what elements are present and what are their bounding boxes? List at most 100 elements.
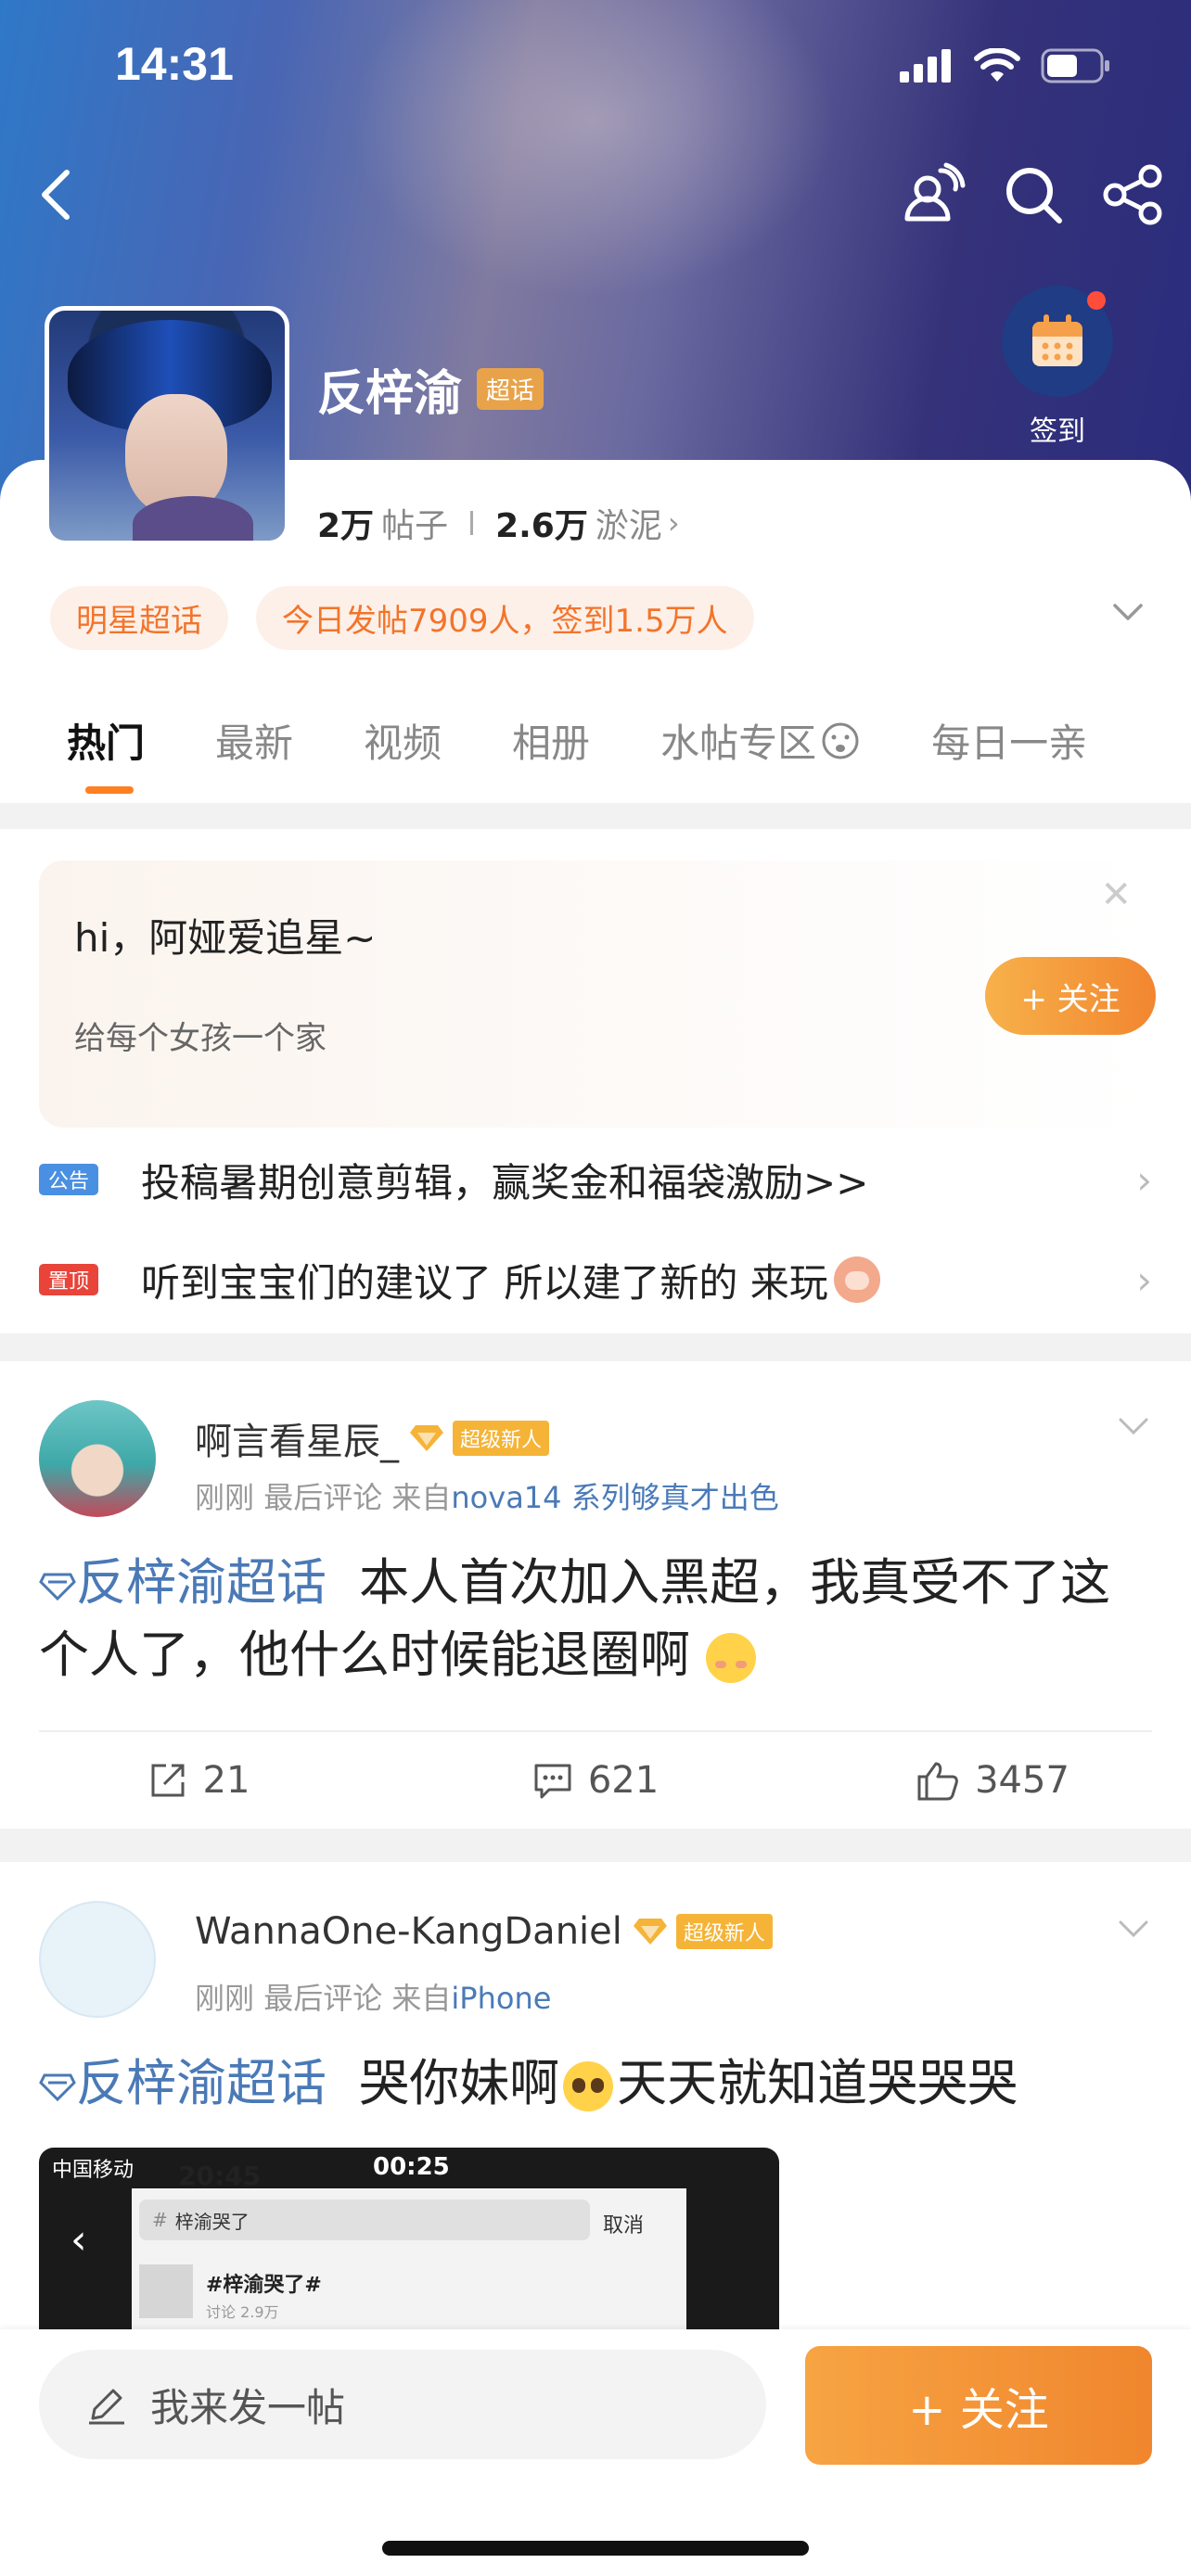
- tab-label: 热门: [67, 721, 146, 766]
- super-newbie-badge: 超级新人: [410, 1421, 550, 1456]
- author-name: 啊言看星辰_: [195, 1421, 399, 1463]
- notice-text: 听到宝宝们的建议了 所以建了新的 来玩: [141, 1259, 828, 1306]
- image-cancel: 取消: [603, 2214, 645, 2238]
- image-content: # 梓渝哭了 取消 #梓渝哭了# 讨论 2.9万: [132, 2188, 686, 2329]
- topic-link-text: 反梓渝超话: [76, 1553, 327, 1612]
- expand-button[interactable]: [1109, 593, 1146, 631]
- stats-divider: [470, 511, 474, 535]
- tab-latest[interactable]: 最新: [215, 712, 293, 769]
- announcement-tag: 公告: [39, 1164, 98, 1195]
- banner-greeting: hi，阿娅爱追星~: [74, 915, 377, 961]
- checkin-button[interactable]: 签到: [1002, 286, 1113, 449]
- monkey-emoji-icon: [833, 1256, 880, 1303]
- posts-label: 帖子: [381, 507, 449, 545]
- thumbs-up-icon: [917, 1762, 958, 1801]
- chevron-down-icon: [1119, 1920, 1148, 1938]
- tab-label: 水帖专区: [660, 721, 817, 766]
- cellular-signal-icon: [900, 49, 951, 83]
- repost-icon: [151, 1764, 185, 1797]
- image-carrier: 中国移动: [52, 2159, 134, 2182]
- post-image[interactable]: 中国移动 20:45 00:25 ‹ # 梓渝哭了 取消 #梓渝哭了# 讨论 2.…: [39, 2148, 779, 2329]
- tab-hot[interactable]: 热门: [67, 712, 146, 794]
- chevron-left-icon: [42, 170, 70, 220]
- topic-link[interactable]: 反梓渝超话: [39, 2054, 342, 2112]
- supertopic-diamond-icon: [39, 2073, 76, 2102]
- notification-dot: [1087, 291, 1106, 310]
- topic-avatar[interactable]: [45, 306, 289, 545]
- post-more-button[interactable]: [1115, 1408, 1152, 1445]
- image-time-a: 20:45: [178, 2161, 262, 2191]
- navigation-bar: [0, 148, 1191, 241]
- post-body[interactable]: 反梓渝超话 哭你妹啊 天天就知道哭哭哭: [39, 2047, 1152, 2120]
- tab-video[interactable]: 视频: [364, 712, 442, 769]
- comment-icon: [534, 1764, 571, 1799]
- tab-label: 视频: [364, 721, 442, 766]
- post-author[interactable]: WannaOne-KangDaniel 超级新人: [195, 1910, 773, 1953]
- category-pill[interactable]: 明星超话: [50, 586, 228, 650]
- comment-button[interactable]: 621: [397, 1732, 794, 1829]
- post-body[interactable]: 反梓渝超话 本人首次加入黑超，我真受不了这个人了，他什么时候能退圈啊: [39, 1547, 1152, 1691]
- chevron-right-icon: ›: [667, 505, 680, 541]
- pencil-icon: [89, 2389, 124, 2425]
- tab-daily-kiss[interactable]: 每日一亲: [931, 712, 1087, 769]
- shy-emoji-icon: [706, 1633, 757, 1684]
- author-name: WannaOne-KangDaniel: [195, 1910, 622, 1953]
- post-source[interactable]: iPhone: [451, 1981, 551, 2016]
- notice-pinned[interactable]: 置顶 听到宝宝们的建议了 所以建了新的 来玩 ›: [39, 1243, 1152, 1317]
- banner-follow-button[interactable]: + 关注: [985, 957, 1156, 1035]
- like-button[interactable]: 3457: [794, 1732, 1191, 1829]
- tab-water-posts[interactable]: 水帖专区: [660, 712, 861, 769]
- topic-title: 反梓渝 超话: [317, 354, 544, 424]
- share-button[interactable]: [1100, 161, 1167, 228]
- image-result-sub: 讨论 2.9万: [206, 2303, 279, 2321]
- source-prefix: 来自: [391, 1981, 452, 2016]
- post-source[interactable]: nova14 系列够真才出色: [451, 1480, 778, 1515]
- follow-button[interactable]: + 关注: [805, 2346, 1152, 2465]
- post-text-continued: 天天就知道哭哭哭: [617, 2054, 1018, 2112]
- back-button[interactable]: [28, 161, 83, 228]
- post-meta-label: 最后评论: [263, 1981, 383, 2016]
- close-icon[interactable]: ✕: [1100, 874, 1132, 916]
- topic-link[interactable]: 反梓渝超话: [39, 1553, 342, 1612]
- image-search-box: # 梓渝哭了: [139, 2200, 590, 2240]
- compose-placeholder: 我来发一帖: [150, 2384, 346, 2430]
- diamond-badge-icon: [633, 1919, 667, 1945]
- user-avatar[interactable]: [39, 1400, 156, 1517]
- topic-pills: 明星超话 今日发帖7909人，签到1.5万人: [50, 586, 754, 650]
- activity-pill[interactable]: 今日发帖7909人，签到1.5万人: [256, 586, 754, 650]
- search-button[interactable]: [1000, 161, 1067, 228]
- group-chat-button[interactable]: [900, 161, 967, 228]
- checkin-label: 签到: [1030, 415, 1085, 448]
- search-icon: [1006, 168, 1062, 223]
- repost-count: 21: [202, 1759, 250, 1802]
- notice-announcement[interactable]: 公告 投稿暑期创意剪辑，赢奖金和福袋激励>> ›: [39, 1142, 1152, 1217]
- tab-album[interactable]: 相册: [512, 712, 590, 769]
- compose-post-button[interactable]: 我来发一帖: [39, 2350, 766, 2459]
- post-meta-label: 最后评论: [263, 1480, 383, 1515]
- badge-label: 超级新人: [675, 1914, 773, 1949]
- super-newbie-badge: 超级新人: [633, 1914, 773, 1949]
- tab-label: 相册: [512, 721, 591, 766]
- status-bar: 14:31: [0, 0, 1191, 130]
- post-meta: 刚刚 最后评论 来自iPhone: [195, 1975, 551, 2018]
- image-status-bar: 中国移动: [52, 2153, 134, 2183]
- share-icon: [1103, 164, 1162, 225]
- user-avatar[interactable]: [39, 1901, 156, 2018]
- chevron-right-icon: ›: [1136, 1256, 1152, 1303]
- repost-button[interactable]: 21: [0, 1732, 397, 1829]
- calendar-icon: [1032, 314, 1082, 366]
- image-back-icon: ‹: [70, 2216, 87, 2264]
- topic-link-text: 反梓渝超话: [76, 2054, 327, 2112]
- badge-label: 超级新人: [453, 1421, 550, 1456]
- tab-label: 每日一亲: [931, 721, 1088, 766]
- image-result-thumb: [139, 2264, 193, 2318]
- notice-text: 投稿暑期创意剪辑，赢奖金和福袋激励>>: [141, 1159, 869, 1205]
- topic-stats[interactable]: 2万 帖子 2.6万 淤泥 ›: [317, 499, 680, 547]
- section-divider: [0, 1829, 1191, 1862]
- post-author[interactable]: 啊言看星辰_ 超级新人: [195, 1411, 550, 1465]
- tab-emoji-icon: [822, 722, 859, 759]
- pinned-tag: 置顶: [39, 1264, 98, 1295]
- post-time: 刚刚: [195, 1981, 255, 2016]
- chevron-down-icon: [1119, 1418, 1148, 1435]
- post-more-button[interactable]: [1115, 1910, 1152, 1947]
